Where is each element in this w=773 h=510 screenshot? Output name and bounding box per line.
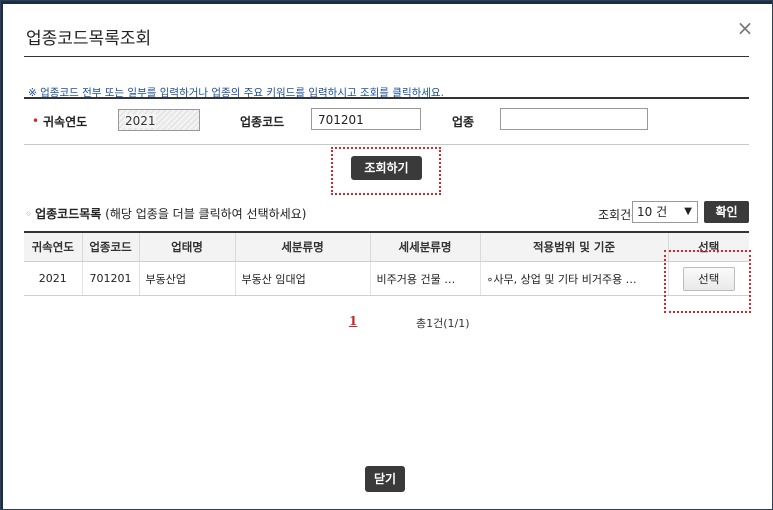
select-highlight-box	[664, 250, 751, 313]
page-link-current[interactable]: 1	[349, 314, 357, 328]
cell-code: 701201	[81, 261, 139, 296]
search-button[interactable]: 조회하기	[351, 156, 422, 180]
code-table: 귀속연도 업종코드 업태명 세분류명 세세분류명 적용범위 및 기준 선택 20…	[24, 231, 749, 296]
title-divider	[24, 56, 749, 57]
col-header-subclass: 세분류명	[234, 231, 370, 262]
year-label: 귀속연도	[43, 115, 88, 129]
col-header-business: 업태명	[138, 231, 235, 262]
business-label: 업종	[452, 115, 475, 129]
cell-year: 2021	[24, 261, 82, 296]
col-header-code: 업종코드	[81, 231, 139, 262]
code-input[interactable]: 701201	[311, 108, 421, 130]
close-button[interactable]: 닫기	[365, 466, 405, 492]
list-title: 업종코드목록	[35, 207, 102, 221]
dialog-title: 업종코드목록조회	[26, 29, 152, 49]
col-header-detailclass: 세세분류명	[369, 231, 480, 262]
chevron-down-icon: ▼	[684, 206, 692, 217]
count-select[interactable]: 10 건 ▼	[632, 201, 698, 223]
year-field: 2021	[118, 109, 200, 131]
cell-scope: ∘사무, 상업 및 기타 비거주용 …	[479, 261, 668, 296]
business-input[interactable]	[500, 108, 648, 130]
table-row[interactable]: 2021 701201 부동산업 부동산 임대업 비주거용 건물 … ∘사무, …	[24, 261, 749, 296]
page-total: 총1건(1/1)	[416, 317, 470, 330]
table-header-row: 귀속연도 업종코드 업태명 세분류명 세세분류명 적용범위 및 기준 선택	[24, 231, 749, 262]
year-value: 2021	[125, 114, 156, 128]
cell-business: 부동산업	[138, 261, 235, 296]
col-header-scope: 적용범위 및 기준	[479, 231, 668, 262]
required-mark: •	[32, 114, 40, 128]
list-bullet: ◦	[25, 207, 33, 221]
col-header-year: 귀속연도	[24, 231, 82, 262]
confirm-button[interactable]: 확인	[704, 201, 749, 223]
cell-subclass: 부동산 임대업	[234, 261, 370, 296]
list-subtitle: (해당 업종을 더블 클릭하여 선택하세요)	[105, 207, 307, 221]
list-heading: ◦ 업종코드목록 (해당 업종을 더블 클릭하여 선택하세요)	[25, 205, 306, 222]
count-value: 10 건	[637, 205, 668, 219]
cell-detailclass: 비주거용 건물 …	[369, 261, 480, 296]
code-label: 업종코드	[240, 115, 285, 129]
close-icon[interactable]: ×	[735, 18, 755, 38]
